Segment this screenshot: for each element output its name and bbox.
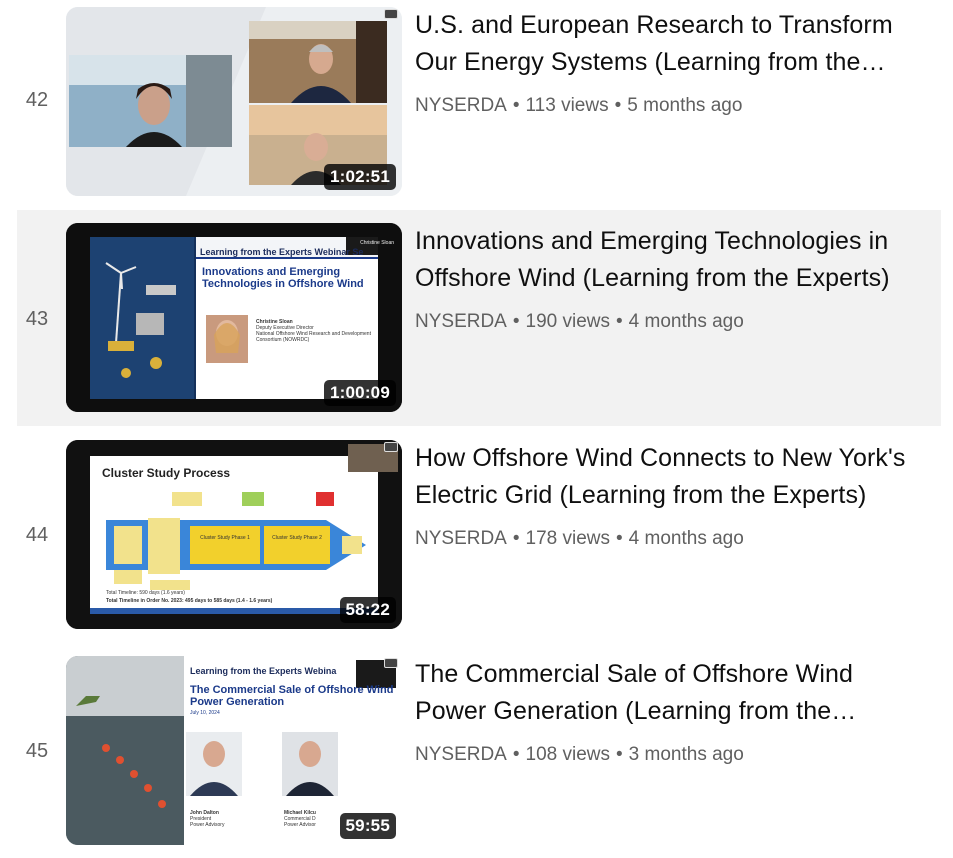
slide-header: Learning from the Experts Webina <box>190 666 337 676</box>
playlist-item[interactable]: 45 Learning from the Experts Webina The … <box>17 642 941 858</box>
video-duration: 1:00:09 <box>324 380 396 406</box>
playlist-item[interactable]: 42 1:02:51 U.S. and European Research to… <box>17 0 941 216</box>
video-meta: The Commercial Sale of Offshore Wind Pow… <box>415 656 941 766</box>
slide-speaker-org: Power Advisory <box>190 822 225 828</box>
video-info: NYSERDA • 113 views • 5 months ago <box>415 95 941 117</box>
video-thumbnail[interactable]: Learning from the Experts Webinar Se Inn… <box>66 223 402 412</box>
slide-total-2: Total Timeline in Order No. 2023: 495 da… <box>106 598 273 604</box>
playlist-index: 44 <box>25 524 49 546</box>
separator-dot: • <box>616 311 623 332</box>
channel-name[interactable]: NYSERDA <box>415 744 507 765</box>
video-title-line: Offshore Wind (Learning from the Experts… <box>415 264 890 292</box>
slide-title: Cluster Study Process <box>102 466 231 480</box>
video-info: NYSERDA • 178 views • 4 months ago <box>415 528 941 550</box>
view-count: 113 views <box>525 95 609 116</box>
separator-dot: • <box>512 95 520 116</box>
view-count: 178 views <box>525 528 611 549</box>
playlist-index: 42 <box>25 89 49 111</box>
video-title-line: How Offshore Wind Connects to New York's <box>415 444 906 472</box>
video-thumbnail[interactable]: 1:02:51 <box>66 7 402 196</box>
video-title-line: Power Generation (Learning from the… <box>415 697 857 725</box>
playlist-item[interactable]: 43 Learning from the Experts Webinar Se … <box>17 210 941 426</box>
video-info: NYSERDA • 108 views • 3 months ago <box>415 744 941 766</box>
video-title-line: Our Energy Systems (Learning from the… <box>415 48 886 76</box>
playlist-video-list: 42 1:02:51 U.S. and European Research to… <box>0 0 953 845</box>
closed-captions-icon <box>384 442 398 452</box>
video-title-line: Innovations and Emerging Technologies in <box>415 227 889 255</box>
video-title[interactable]: Innovations and Emerging Technologies in… <box>415 223 941 297</box>
slide-title: Innovations and Emerging Technologies in… <box>202 266 364 290</box>
upload-age: 3 months ago <box>628 744 744 765</box>
slide-speaker: Christine Sloan Deputy Executive Directo… <box>256 319 376 343</box>
video-title[interactable]: How Offshore Wind Connects to New York's… <box>415 440 941 514</box>
video-thumbnail[interactable]: Cluster Study Process Cluster Study Phas… <box>66 440 402 629</box>
view-count: 108 views <box>525 744 611 765</box>
channel-name[interactable]: NYSERDA <box>415 95 507 116</box>
video-title-line: U.S. and European Research to Transform <box>415 11 893 39</box>
slide-total-1: Total Timeline: 590 days (1.6 years) <box>106 590 185 596</box>
speaker-tag: Christine Sloan <box>360 240 394 246</box>
slide-speaker-2: Michael Kilcu Commercial D Power Advisor <box>284 810 334 828</box>
channel-name[interactable]: NYSERDA <box>415 528 507 549</box>
playlist-item[interactable]: 44 Cluster Study Process Cluster Study P… <box>17 426 941 642</box>
slide-phase-1: Cluster Study Phase 1 <box>200 535 250 541</box>
video-duration: 58:22 <box>339 597 396 623</box>
channel-name[interactable]: NYSERDA <box>415 311 507 332</box>
video-title[interactable]: The Commercial Sale of Offshore Wind Pow… <box>415 656 941 730</box>
separator-dot: • <box>512 311 520 332</box>
video-meta: How Offshore Wind Connects to New York's… <box>415 440 941 550</box>
upload-age: 4 months ago <box>628 311 744 332</box>
slide-speaker-org: Power Advisor <box>284 822 316 828</box>
slide-title: The Commercial Sale of Offshore Wind Pow… <box>190 684 394 708</box>
slide-speaker-org: National Offshore Wind Research and Deve… <box>256 331 371 343</box>
playlist-index: 43 <box>25 308 49 330</box>
video-title[interactable]: U.S. and European Research to Transform … <box>415 7 941 81</box>
separator-dot: • <box>512 744 520 765</box>
separator-dot: • <box>512 528 520 549</box>
separator-dot: • <box>616 744 623 765</box>
playlist-index: 45 <box>25 740 49 762</box>
video-duration: 1:02:51 <box>324 164 396 190</box>
slide-speaker-1: John Dalton President Power Advisory <box>190 810 270 828</box>
view-count: 190 views <box>525 311 611 332</box>
video-info: NYSERDA • 190 views • 4 months ago <box>415 311 941 333</box>
video-thumbnail[interactable]: Learning from the Experts Webina The Com… <box>66 656 402 845</box>
separator-dot: • <box>616 528 623 549</box>
slide-date: July 10, 2024 <box>190 710 220 716</box>
video-meta: Innovations and Emerging Technologies in… <box>415 223 941 333</box>
slide-phase-2: Cluster Study Phase 2 <box>272 535 322 541</box>
video-title-line: The Commercial Sale of Offshore Wind <box>415 660 854 688</box>
video-meta: U.S. and European Research to Transform … <box>415 7 941 117</box>
video-duration: 59:55 <box>339 813 396 839</box>
closed-captions-icon <box>384 658 398 668</box>
closed-captions-icon <box>384 9 398 19</box>
video-title-line: Electric Grid (Learning from the Experts… <box>415 481 867 509</box>
slide-header: Learning from the Experts Webinar Se <box>200 247 364 257</box>
upload-age: 5 months ago <box>627 95 743 116</box>
separator-dot: • <box>614 95 622 116</box>
upload-age: 4 months ago <box>628 528 744 549</box>
